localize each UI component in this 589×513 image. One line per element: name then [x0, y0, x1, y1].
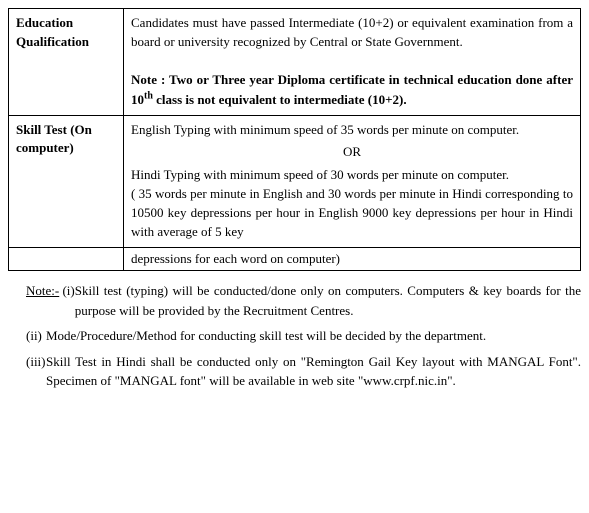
note-num-iii: (iii) [8, 352, 46, 391]
continuation-content: depressions for each word on computer) [124, 247, 581, 271]
qualification-table: Education Qualification Candidates must … [8, 8, 581, 271]
english-typing: English Typing with minimum speed of 35 … [131, 122, 519, 137]
table-row-continuation: depressions for each word on computer) [9, 247, 581, 271]
table-row: Skill Test (On computer) English Typing … [9, 115, 581, 247]
table-row: Education Qualification Candidates must … [9, 9, 581, 116]
education-text-1: Candidates must have passed Intermediate… [131, 15, 573, 49]
note-item-i: Note:- (i) Skill test (typing) will be c… [8, 281, 581, 320]
note-header-label: Note:- (i) [8, 281, 75, 320]
or-divider: OR [131, 143, 573, 162]
education-content: Candidates must have passed Intermediate… [124, 9, 581, 116]
typing-details: ( 35 words per minute in English and 30 … [131, 186, 573, 239]
hindi-typing: Hindi Typing with minimum speed of 30 wo… [131, 167, 509, 182]
skill-test-content: English Typing with minimum speed of 35 … [124, 115, 581, 247]
note-header-text: Note:- [26, 283, 59, 298]
note-item-ii: (ii) Mode/Procedure/Method for conductin… [8, 326, 581, 346]
empty-label [9, 247, 124, 271]
notes-section: Note:- (i) Skill test (typing) will be c… [8, 281, 581, 391]
education-note: Note : Two or Three year Diploma certifi… [131, 72, 573, 107]
note-num-ii: (ii) [8, 326, 46, 346]
note-text-iii: Skill Test in Hindi shall be conducted o… [46, 352, 581, 391]
note-item-iii: (iii) Skill Test in Hindi shall be condu… [8, 352, 581, 391]
note-text-i: Skill test (typing) will be conducted/do… [75, 281, 581, 320]
education-label: Education Qualification [9, 9, 124, 116]
superscript-th: th [144, 90, 153, 101]
skill-test-label: Skill Test (On computer) [9, 115, 124, 247]
note-text-ii: Mode/Procedure/Method for conducting ski… [46, 326, 581, 346]
